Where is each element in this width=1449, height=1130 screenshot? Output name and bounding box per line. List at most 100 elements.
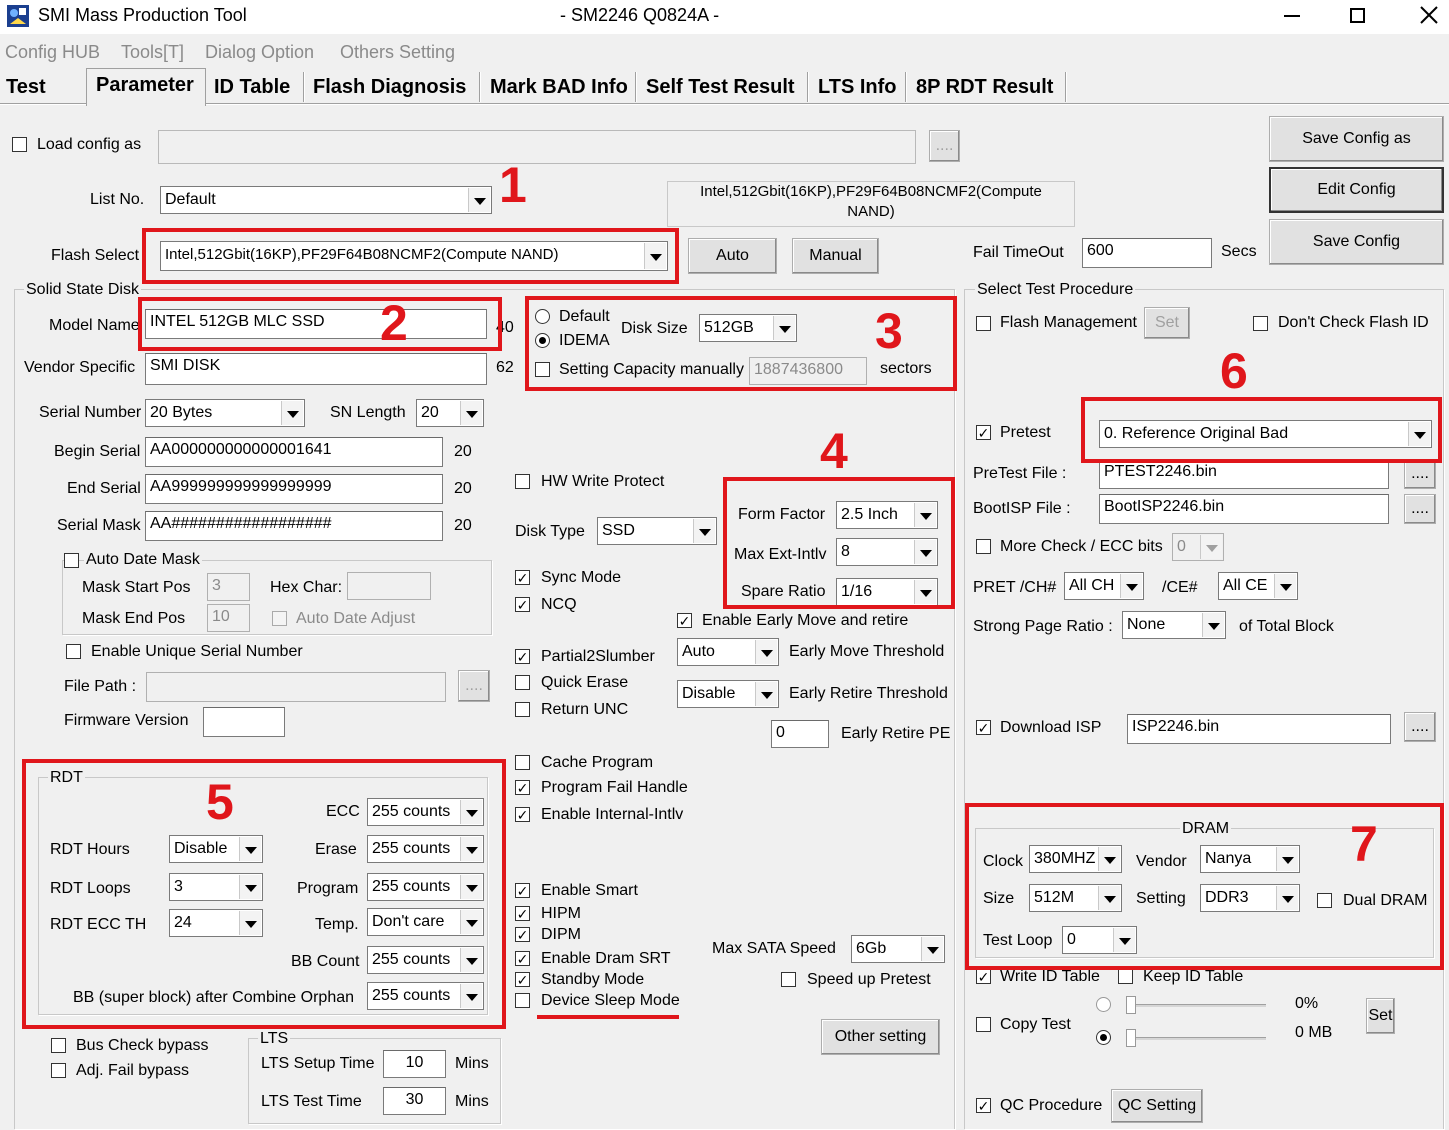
maximize-icon[interactable]	[1334, 0, 1380, 32]
enable-unique-checkbox[interactable]	[66, 644, 81, 659]
menu-tools[interactable]: Tools[T]	[121, 42, 184, 63]
vendor-specific-input[interactable]: SMI DISK	[145, 353, 487, 385]
tab-flash-diagnosis[interactable]: Flash Diagnosis	[307, 72, 472, 104]
flash-management-checkbox[interactable]	[976, 316, 991, 331]
tab-mark-bad-info[interactable]: Mark BAD Info	[484, 72, 634, 104]
enable-internal-intlv-checkbox[interactable]: ✓	[515, 807, 530, 822]
max-sata-speed-select[interactable]: 6Gb	[851, 935, 945, 963]
early-retire-threshold-select[interactable]: Disable	[677, 680, 779, 708]
tab-lts-info[interactable]: LTS Info	[812, 72, 903, 104]
sync-mode-label: Sync Mode	[541, 569, 622, 586]
save-config-button[interactable]: Save Config	[1269, 219, 1444, 265]
qc-setting-button[interactable]: QC Setting	[1111, 1089, 1203, 1123]
hipm-checkbox[interactable]: ✓	[515, 906, 530, 921]
speed-up-pretest-checkbox[interactable]	[781, 972, 796, 987]
begin-serial-input[interactable]: AA000000000000001641	[145, 437, 443, 467]
firmware-version-input[interactable]	[203, 707, 285, 737]
early-move-threshold-select[interactable]: Auto	[677, 638, 779, 666]
auto-date-adjust-checkbox[interactable]	[272, 611, 287, 626]
keep-id-table-checkbox[interactable]	[1118, 969, 1133, 984]
close-icon[interactable]	[1404, 0, 1449, 32]
tab-self-test-result[interactable]: Self Test Result	[640, 72, 801, 104]
hex-char-input[interactable]	[347, 572, 431, 600]
isp-file-input[interactable]: ISP2246.bin	[1127, 714, 1391, 744]
enable-dram-srt-checkbox[interactable]: ✓	[515, 951, 530, 966]
dipm-checkbox[interactable]: ✓	[515, 927, 530, 942]
mask-start-input[interactable]: 3	[207, 573, 250, 601]
file-path-browse-button[interactable]: ....	[458, 670, 490, 702]
device-sleep-mode-checkbox[interactable]	[515, 993, 530, 1008]
chevron-down-icon	[921, 937, 943, 961]
sync-mode-checkbox[interactable]: ✓	[515, 570, 530, 585]
copy-percent-slider[interactable]	[1128, 1004, 1266, 1007]
adj-fail-bypass-checkbox[interactable]	[51, 1063, 66, 1078]
isp-file-browse-button[interactable]: ....	[1404, 712, 1436, 742]
end-serial-input[interactable]: AA999999999999999999	[145, 474, 443, 504]
other-setting-button[interactable]: Other setting	[821, 1019, 940, 1055]
minimize-icon[interactable]	[1268, 0, 1314, 32]
ncq-checkbox[interactable]: ✓	[515, 597, 530, 612]
hw-write-protect-checkbox[interactable]	[515, 474, 530, 489]
copy-test-set-button[interactable]: Set	[1366, 998, 1395, 1034]
flash-management-set-button[interactable]: Set	[1144, 307, 1190, 339]
load-config-checkbox[interactable]	[12, 137, 27, 152]
enable-internal-intlv-label: Enable Internal-Intlv	[541, 806, 684, 823]
tab-8p-rdt-result[interactable]: 8P RDT Result	[910, 72, 1059, 104]
return-unc-checkbox[interactable]	[515, 702, 530, 717]
copy-percent-radio[interactable]	[1096, 997, 1111, 1012]
serial-mask-input[interactable]: AA##################	[145, 511, 443, 541]
download-isp-checkbox[interactable]: ✓	[976, 720, 991, 735]
enable-early-move-checkbox[interactable]: ✓	[677, 613, 692, 628]
dont-check-flash-id-label: Don't Check Flash ID	[1278, 314, 1429, 331]
standby-mode-checkbox[interactable]: ✓	[515, 972, 530, 987]
cache-program-checkbox[interactable]	[515, 755, 530, 770]
pretest-file-input[interactable]: PTEST2246.bin	[1099, 459, 1389, 489]
strong-page-ratio-select[interactable]: None	[1122, 611, 1226, 639]
auto-button[interactable]: Auto	[688, 238, 777, 274]
serial-number-select[interactable]: 20 Bytes	[145, 399, 305, 427]
bus-check-bypass-checkbox[interactable]	[51, 1038, 66, 1053]
copy-mb-radio[interactable]	[1096, 1030, 1111, 1045]
disk-type-select[interactable]: SSD	[597, 517, 717, 545]
partial2slumber-checkbox[interactable]: ✓	[515, 649, 530, 664]
lts-test-time-input[interactable]: 30	[383, 1087, 446, 1115]
menu-config-hub[interactable]: Config HUB	[5, 42, 100, 63]
manual-button[interactable]: Manual	[792, 238, 879, 274]
enable-smart-checkbox[interactable]: ✓	[515, 883, 530, 898]
pret-ch-select[interactable]: All CH	[1064, 572, 1144, 600]
copy-test-checkbox[interactable]	[976, 1017, 991, 1032]
tab-parameter[interactable]: Parameter	[90, 70, 200, 102]
fail-timeout-input[interactable]: 600	[1082, 238, 1212, 268]
early-retire-pe-input[interactable]: 0	[771, 720, 829, 748]
pretest-file-browse-button[interactable]: ....	[1404, 459, 1436, 489]
load-config-browse-button[interactable]: ....	[929, 130, 960, 162]
copy-mb-slider[interactable]	[1128, 1037, 1266, 1040]
file-path-input[interactable]	[146, 672, 446, 702]
copy-percent-slider-thumb[interactable]	[1126, 996, 1136, 1014]
program-fail-handle-checkbox[interactable]: ✓	[515, 780, 530, 795]
sn-length-select[interactable]: 20	[416, 399, 484, 427]
mask-end-input[interactable]: 10	[207, 604, 250, 632]
more-check-checkbox[interactable]	[976, 539, 991, 554]
bootisp-file-browse-button[interactable]: ....	[1404, 494, 1436, 524]
tab-test[interactable]: Test	[0, 72, 52, 104]
bootisp-file-input[interactable]: BootISP2246.bin	[1099, 494, 1389, 524]
copy-mb-slider-thumb[interactable]	[1126, 1029, 1136, 1047]
enable-dram-srt-label: Enable Dram SRT	[541, 950, 671, 967]
auto-date-mask-checkbox[interactable]	[64, 553, 79, 568]
tab-id-table[interactable]: ID Table	[208, 72, 296, 104]
menu-dialog-option[interactable]: Dialog Option	[205, 42, 314, 63]
dont-check-flash-id-checkbox[interactable]	[1253, 316, 1268, 331]
write-id-table-checkbox[interactable]: ✓	[976, 969, 991, 984]
list-no-select[interactable]: Default	[160, 186, 492, 214]
lts-setup-time-input[interactable]: 10	[383, 1050, 446, 1078]
save-config-as-button[interactable]: Save Config as	[1269, 116, 1444, 162]
edit-config-button[interactable]: Edit Config	[1269, 167, 1444, 213]
qc-procedure-checkbox[interactable]: ✓	[976, 1098, 991, 1113]
more-check-select[interactable]: 0	[1172, 533, 1224, 561]
menu-others-setting[interactable]: Others Setting	[340, 42, 455, 63]
load-config-path[interactable]	[158, 130, 916, 164]
pretest-checkbox[interactable]: ✓	[976, 425, 991, 440]
ce-select[interactable]: All CE	[1218, 572, 1298, 600]
quick-erase-checkbox[interactable]	[515, 675, 530, 690]
